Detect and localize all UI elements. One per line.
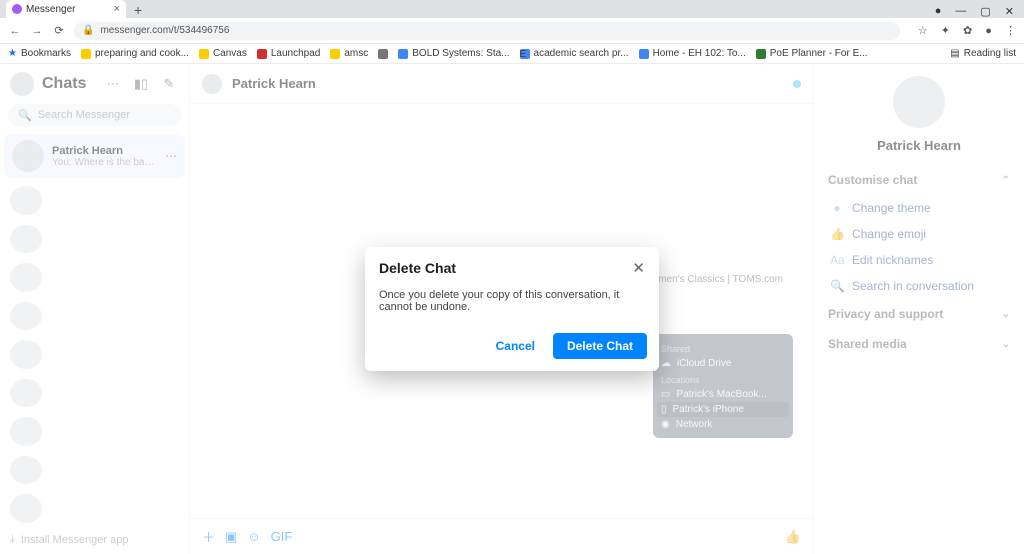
window-controls: ● — ▢ ✕: [935, 3, 1024, 18]
reload-icon[interactable]: ⟳: [52, 24, 66, 37]
extensions-icon[interactable]: ✦: [941, 25, 950, 37]
bookmark-item[interactable]: preparing and cook...: [81, 48, 189, 59]
minimize-icon[interactable]: —: [955, 5, 966, 18]
lock-icon: 🔒: [82, 25, 94, 36]
browser-toolbar: ← → ⟳ 🔒 messenger.com/t/534496756 ☆ ✦ ✿ …: [0, 18, 1024, 44]
back-icon[interactable]: ←: [8, 25, 22, 37]
modal-backdrop: Delete Chat ✕ Once you delete your copy …: [0, 64, 1024, 554]
close-tab-icon[interactable]: ×: [114, 3, 120, 15]
star-icon[interactable]: ☆: [918, 25, 928, 37]
bookmark-item[interactable]: amsc: [330, 48, 368, 59]
modal-title: Delete Chat: [379, 260, 456, 276]
bookmark-item[interactable]: Canvas: [199, 48, 247, 59]
menu-icon[interactable]: ⋮: [1005, 25, 1016, 37]
extension-icon[interactable]: ✿: [963, 25, 972, 37]
delete-chat-button[interactable]: Delete Chat: [553, 333, 647, 359]
tab-title: Messenger: [26, 4, 75, 15]
bookmark-item[interactable]: [378, 49, 388, 59]
bookmark-item[interactable]: Home - EH 102: To...: [639, 48, 746, 59]
bookmark-item[interactable]: Launchpad: [257, 48, 321, 59]
url-text: messenger.com/t/534496756: [100, 25, 229, 36]
forward-icon[interactable]: →: [30, 25, 44, 37]
cancel-button[interactable]: Cancel: [486, 333, 545, 359]
browser-tab[interactable]: Messenger ×: [6, 0, 126, 18]
profile-avatar-icon[interactable]: ●: [985, 25, 992, 37]
window-close-icon[interactable]: ✕: [1005, 5, 1014, 18]
maximize-icon[interactable]: ▢: [980, 5, 990, 18]
reading-list-button[interactable]: ▤Reading list: [950, 48, 1016, 59]
bookmark-item[interactable]: Eacademic search pr...: [520, 48, 629, 59]
address-bar[interactable]: 🔒 messenger.com/t/534496756: [74, 22, 900, 40]
messenger-favicon: [12, 4, 22, 14]
messenger-app: Chats ⋯ ▮▯ ✎ 🔍 Search Messenger Patrick …: [0, 64, 1024, 554]
new-tab-button[interactable]: +: [126, 2, 150, 18]
bookmark-item[interactable]: PoE Planner - For E...: [756, 48, 868, 59]
bookmark-item[interactable]: BOLD Systems: Sta...: [398, 48, 509, 59]
bookmarks-root[interactable]: ★Bookmarks: [8, 48, 71, 59]
toolbar-right: ☆ ✦ ✿ ● ⋮: [908, 24, 1016, 37]
reading-list-icon: ▤: [950, 48, 959, 59]
bookmarks-bar: ★Bookmarks preparing and cook... Canvas …: [0, 44, 1024, 64]
media-indicator-icon[interactable]: ●: [935, 5, 942, 18]
delete-chat-modal: Delete Chat ✕ Once you delete your copy …: [365, 247, 659, 371]
window-titlebar: Messenger × + ● — ▢ ✕: [0, 0, 1024, 18]
close-icon[interactable]: ✕: [632, 259, 645, 277]
modal-body: Once you delete your copy of this conver…: [365, 285, 659, 325]
